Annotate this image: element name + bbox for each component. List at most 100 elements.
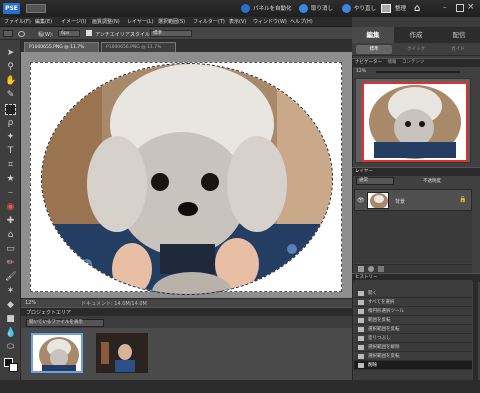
brush-icon[interactable]: 🖌	[5, 272, 16, 283]
menu-help[interactable]: ヘルプ(H)	[290, 18, 313, 25]
history-scrollbar[interactable]	[473, 280, 478, 380]
tab-create[interactable]: 作成	[395, 27, 437, 43]
tab-share[interactable]: 配信	[438, 27, 480, 43]
tab-full-edit[interactable]: 標準	[356, 45, 392, 54]
eraser-icon[interactable]: ▭	[5, 244, 16, 255]
sponge-icon[interactable]: ⬭	[5, 342, 16, 353]
home-icon[interactable]: ⌂	[414, 3, 425, 14]
clone-stamp-icon[interactable]: ⌂	[5, 230, 16, 241]
redo-label[interactable]: やり直し	[354, 4, 376, 14]
doc-tab-2[interactable]: P1000656.PNG @ 11.7% (RGB/8)	[101, 42, 176, 59]
app-window: PSE パネルを自動化 取り消し やり直し 整理 ⌂ – × ファイル(F) 編…	[0, 0, 480, 393]
lock-icon: 🔒	[459, 196, 467, 203]
canvas-area[interactable]	[21, 52, 352, 298]
project-bin-selector[interactable]: 開いているファイルを表示	[26, 319, 104, 327]
history-item[interactable]: 開く	[354, 289, 472, 298]
history-item[interactable]: 削除	[354, 361, 472, 370]
navigator-tab[interactable]: ナビゲーター	[355, 60, 382, 65]
undo-label[interactable]: 取り消し	[311, 4, 333, 14]
info-tab[interactable]: 情報	[387, 60, 396, 65]
menu-enhance[interactable]: 画質調整(N)	[92, 18, 120, 25]
smart-brush-icon[interactable]: ✶	[5, 286, 16, 297]
move-tool-icon[interactable]: ➤	[5, 48, 16, 59]
bottom-bar	[0, 380, 480, 393]
navigator-zoom-slider[interactable]	[376, 71, 460, 73]
magic-wand-icon[interactable]: ✦	[5, 132, 16, 143]
history-item[interactable]: 塗りつぶし	[354, 334, 472, 343]
menu-filter[interactable]: フィルター(T)	[193, 18, 225, 25]
redo-icon[interactable]	[342, 4, 351, 13]
adjustment-layer-icon[interactable]	[368, 266, 374, 272]
tab-guided-edit[interactable]: ガイド	[440, 45, 476, 54]
layer-row[interactable]: 👁 背景 🔒	[354, 189, 472, 211]
maximize-icon[interactable]	[456, 4, 464, 12]
navigator-thumbnail[interactable]	[362, 82, 468, 162]
history-item[interactable]: 選択範囲を反転	[354, 325, 472, 334]
trash-icon[interactable]	[378, 266, 384, 272]
eye-icon[interactable]: 👁	[357, 197, 365, 204]
menu-window[interactable]: ウィンドウ(W)	[253, 18, 287, 25]
history-step-icon	[358, 309, 364, 314]
crop-tool-icon[interactable]: ⌗	[5, 160, 16, 171]
history-step-icon	[358, 300, 364, 305]
pencil-icon[interactable]: ✏	[5, 258, 16, 269]
minimize-icon[interactable]: –	[443, 3, 451, 13]
blend-mode-dropdown[interactable]: 通常	[356, 177, 394, 185]
document-canvas[interactable]	[30, 62, 342, 295]
organizer-label[interactable]: 整理	[395, 4, 406, 14]
marquee-tool-icon[interactable]	[5, 104, 16, 115]
doc-info: ドキュメント: 14.0M/14.0M	[81, 301, 147, 307]
history-item[interactable]: 範囲を反転	[354, 316, 472, 325]
antialias-checkbox[interactable]	[86, 30, 92, 36]
project-thumb-1[interactable]	[31, 333, 83, 373]
tab-edit[interactable]: 編集	[352, 27, 394, 43]
new-layer-icon[interactable]	[358, 266, 364, 272]
menu-select[interactable]: 選択範囲(S)	[158, 18, 185, 25]
organizer-icon[interactable]	[381, 4, 391, 13]
background-color-swatch[interactable]	[9, 363, 18, 372]
menu-edit[interactable]: 編集(E)	[35, 18, 52, 25]
width-field[interactable]: 6px	[58, 30, 80, 37]
paint-bucket-icon[interactable]: ◆	[5, 300, 16, 311]
lasso-tool-icon[interactable]: ρ	[5, 118, 16, 129]
text-tool-icon[interactable]: T	[5, 146, 16, 157]
menu-file[interactable]: ファイル(F)	[4, 18, 31, 25]
project-thumb-2[interactable]	[96, 333, 148, 373]
layout-button[interactable]	[26, 4, 46, 13]
tool-preset-picker[interactable]	[3, 30, 13, 37]
menu-bar: ファイル(F) 編集(E) イメージ(I) 画質調整(N) レイヤー(L) 選択…	[0, 17, 352, 27]
doc-tab-1[interactable]: P1000655.PNG @ 11.7% (RGB/8)	[24, 42, 99, 59]
content-tab[interactable]: コンテンツ	[402, 60, 425, 65]
style-dropdown[interactable]: 標準	[150, 30, 192, 37]
history-item[interactable]: 楕円形選択ツール	[354, 307, 472, 316]
auto-panel-label[interactable]: パネルを自動化	[253, 4, 292, 14]
hand-tool-icon[interactable]: ✋	[5, 76, 16, 87]
straighten-icon[interactable]: ⎯	[5, 188, 16, 199]
undo-icon[interactable]	[299, 4, 308, 13]
history-item[interactable]: 選択範囲を解除	[354, 343, 472, 352]
cookie-cutter-icon[interactable]: ★	[5, 174, 16, 185]
tab-quick-edit[interactable]: クイック	[398, 45, 434, 54]
blur-tool-icon[interactable]: 💧	[5, 328, 16, 339]
navigator-header: ナビゲーター 情報 コンテンツ	[352, 58, 480, 67]
history-item[interactable]: すべてを選択	[354, 298, 472, 307]
history-panel: 開く すべてを選択 楕円形選択ツール 範囲を反転 選択範囲を反転 塗りつぶし 選…	[354, 280, 472, 380]
close-icon[interactable]: ×	[467, 2, 477, 12]
menu-view[interactable]: 表示(V)	[229, 18, 246, 25]
red-eye-icon[interactable]: ◉	[5, 202, 16, 213]
menu-image[interactable]: イメージ(I)	[61, 18, 86, 25]
auto-panel-icon[interactable]	[241, 4, 250, 13]
layer-list	[354, 211, 472, 263]
ellipse-marquee-icon[interactable]	[18, 31, 25, 37]
shape-tool-icon[interactable]: ■	[5, 314, 16, 325]
menu-layer[interactable]: レイヤー(L)	[127, 18, 154, 25]
layer-thumbnail	[367, 192, 389, 209]
healing-brush-icon[interactable]: ✚	[5, 216, 16, 227]
tool-options-bar: 幅(W): 6px アンチエイリアス スタイル: 標準	[0, 27, 352, 40]
history-item[interactable]: 選択範囲を反転	[354, 352, 472, 361]
layer-name[interactable]: 背景	[395, 198, 405, 205]
zoom-level[interactable]: 12%	[25, 300, 36, 306]
zoom-tool-icon[interactable]: ⚲	[5, 62, 16, 73]
style-label: スタイル:	[130, 32, 152, 38]
eyedropper-icon[interactable]: ✎	[5, 90, 16, 101]
